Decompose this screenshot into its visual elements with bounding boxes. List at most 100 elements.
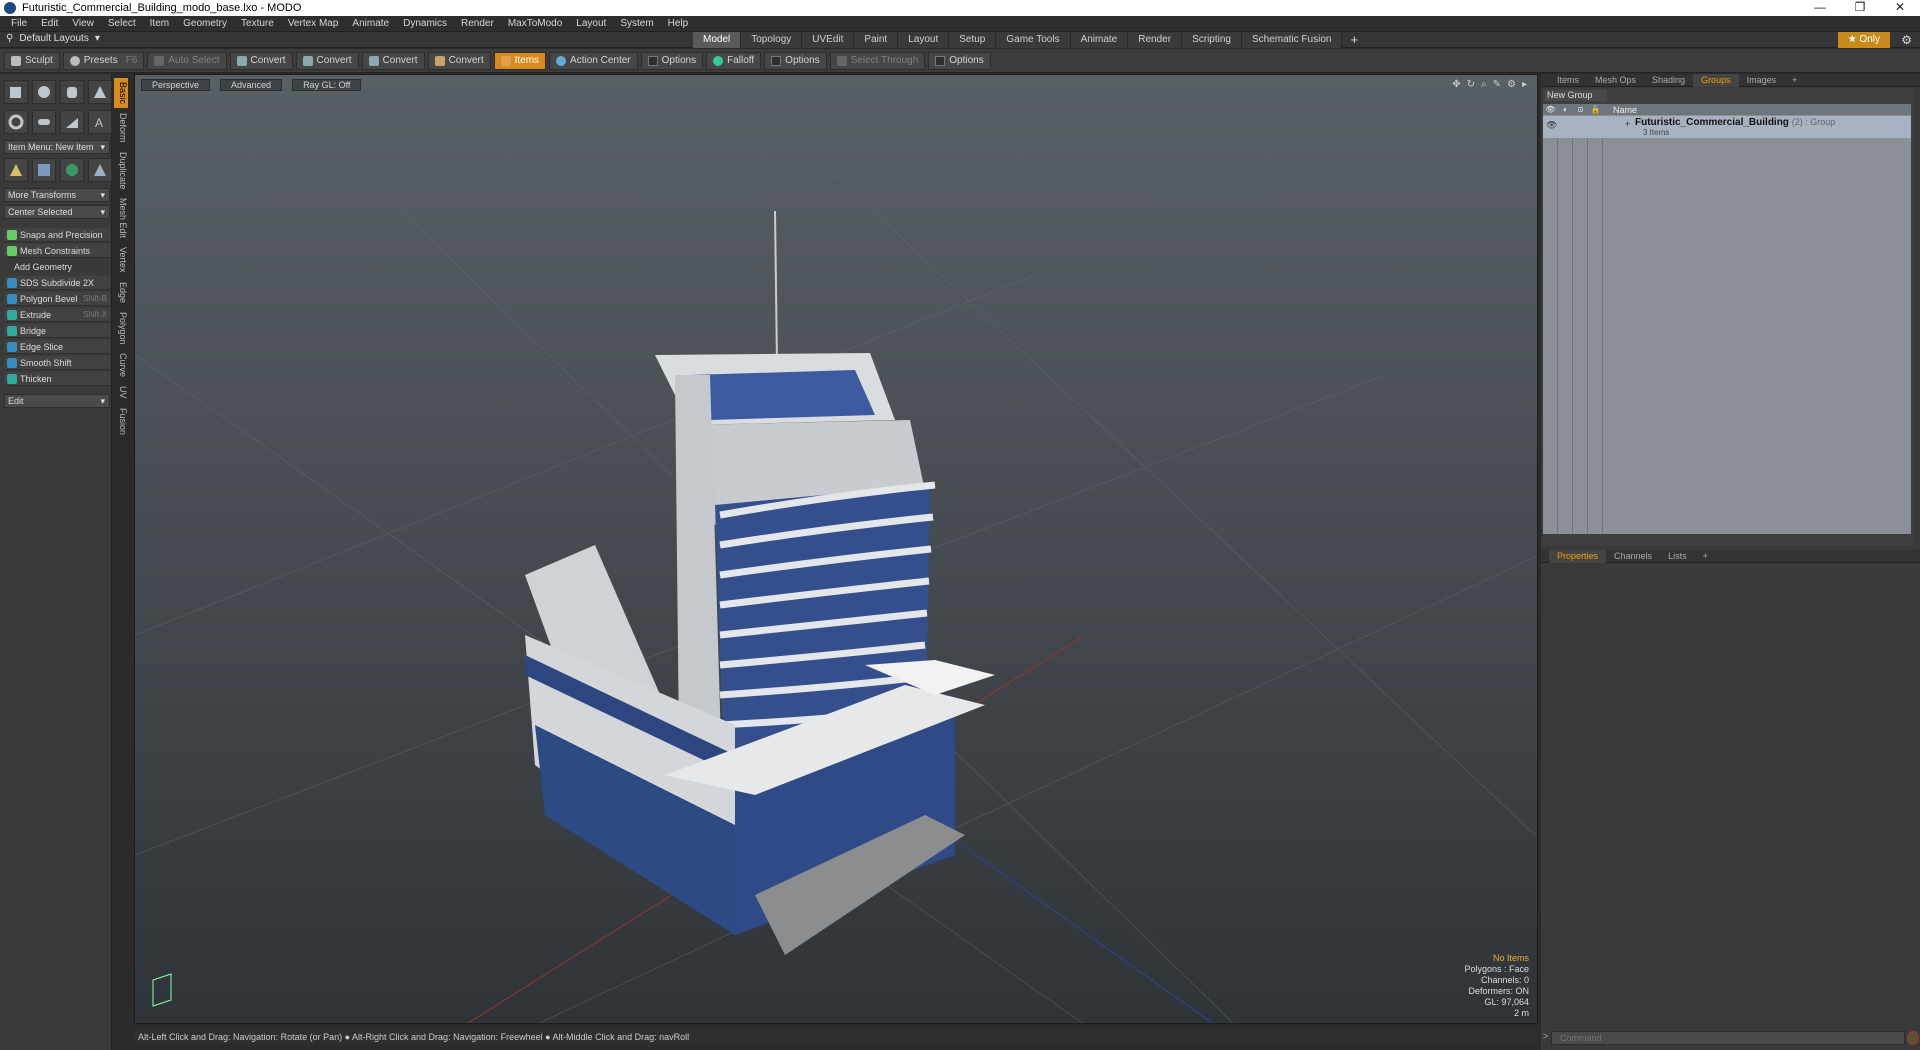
tab-model[interactable]: Model xyxy=(693,32,742,48)
menu-dynamics[interactable]: Dynamics xyxy=(396,18,454,29)
vtab-vertex[interactable]: Vertex xyxy=(114,243,128,278)
bridge-button[interactable]: Bridge xyxy=(4,324,110,338)
action-center-button[interactable]: Action Center xyxy=(549,51,638,70)
gear-icon[interactable]: ⚙ xyxy=(1507,79,1516,90)
edit-view-icon[interactable]: ✎ xyxy=(1493,79,1501,90)
advanced-dropdown[interactable]: Advanced xyxy=(220,79,283,91)
transform-icon[interactable] xyxy=(4,158,28,182)
add-layout-tab-button[interactable]: + xyxy=(1342,32,1366,48)
menu-animate[interactable]: Animate xyxy=(345,18,396,29)
chevron-right-icon[interactable]: ▸ xyxy=(1522,79,1527,90)
convert-polygons-button[interactable]: Convert xyxy=(361,51,425,70)
cylinder-icon[interactable] xyxy=(60,80,84,104)
tab-paint[interactable]: Paint xyxy=(854,32,899,48)
falloff-options-button[interactable]: Options xyxy=(764,51,827,70)
move-view-icon[interactable]: ✥ xyxy=(1452,79,1460,90)
vtab-basic[interactable]: Basic xyxy=(114,78,128,110)
sds-subdivide-button[interactable]: SDS Subdivide 2X xyxy=(4,276,110,290)
minimize-button[interactable]: — xyxy=(1800,0,1840,16)
menu-edit[interactable]: Edit xyxy=(34,18,65,29)
tab-shading[interactable]: Shading xyxy=(1644,74,1693,87)
3d-viewport[interactable]: Perspective Advanced Ray GL: Off ✥ ↻ ⌕ ✎… xyxy=(134,74,1538,1024)
edge-slice-button[interactable]: Edge Slice xyxy=(4,340,110,354)
mesh-constraints-button[interactable]: Mesh Constraints xyxy=(4,244,110,258)
tab-groups[interactable]: Groups xyxy=(1693,73,1739,87)
name-column-header[interactable]: Name xyxy=(1613,105,1637,115)
vtab-mesh-edit[interactable]: Mesh Edit xyxy=(114,194,128,244)
falloff-button[interactable]: Falloff xyxy=(706,51,762,70)
render-column-icon[interactable]: ◐ xyxy=(1558,105,1573,114)
sculpt-button[interactable]: Sculpt xyxy=(4,51,60,70)
menu-texture[interactable]: Texture xyxy=(234,18,281,29)
vtab-curve[interactable]: Curve xyxy=(114,349,128,383)
add-geometry-section[interactable]: Add Geometry xyxy=(4,260,110,274)
tab-schematic-fusion[interactable]: Schematic Fusion xyxy=(1241,32,1343,48)
group-row[interactable]: 👁 + Futuristic_Commercial_Building (2) :… xyxy=(1543,116,1911,138)
text-icon[interactable]: A xyxy=(88,110,112,134)
tab-lists[interactable]: Lists xyxy=(1660,550,1695,563)
menu-geometry[interactable]: Geometry xyxy=(176,18,234,29)
smooth-shift-button[interactable]: Smooth Shift xyxy=(4,356,110,370)
grid-icon[interactable] xyxy=(32,158,56,182)
globe-icon[interactable] xyxy=(60,158,84,182)
convert-edges-button[interactable]: Convert xyxy=(295,51,359,70)
record-icon[interactable] xyxy=(1907,1031,1919,1045)
menu-file[interactable]: File xyxy=(4,18,34,29)
select-through-button[interactable]: Select Through xyxy=(829,51,926,70)
presets-button[interactable]: Presets F6 xyxy=(62,51,145,70)
tab-scripting[interactable]: Scripting xyxy=(1182,32,1242,48)
vtab-deform[interactable]: Deform xyxy=(114,109,128,148)
menu-render[interactable]: Render xyxy=(454,18,501,29)
gear-icon[interactable]: ⚙ xyxy=(1901,33,1912,47)
wedge-icon[interactable] xyxy=(60,110,84,134)
menu-system[interactable]: System xyxy=(613,18,660,29)
visibility-column-icon[interactable]: 👁 xyxy=(1543,105,1558,114)
tab-render[interactable]: Render xyxy=(1128,32,1183,48)
tab-items[interactable]: Items xyxy=(1549,74,1587,87)
tab-mesh-ops[interactable]: Mesh Ops xyxy=(1587,74,1644,87)
menu-select[interactable]: Select xyxy=(101,18,143,29)
cone-icon[interactable] xyxy=(88,80,112,104)
torus-icon[interactable] xyxy=(4,110,28,134)
eye-icon[interactable]: 👁 xyxy=(1546,120,1557,131)
command-input[interactable] xyxy=(1551,1031,1905,1045)
pyramid-icon[interactable] xyxy=(88,158,112,182)
cube-icon[interactable] xyxy=(4,80,28,104)
perspective-dropdown[interactable]: Perspective xyxy=(141,79,211,91)
expand-icon[interactable]: + xyxy=(1625,119,1630,129)
menu-help[interactable]: Help xyxy=(661,18,696,29)
tab-topology[interactable]: Topology xyxy=(741,32,803,48)
tab-game-tools[interactable]: Game Tools xyxy=(996,32,1071,48)
new-group-button[interactable]: New Group xyxy=(1545,90,1607,101)
ray-gl-toggle[interactable]: Ray GL: Off xyxy=(292,79,362,91)
menu-item[interactable]: Item xyxy=(143,18,176,29)
vtab-duplicate[interactable]: Duplicate xyxy=(114,148,128,195)
tab-animate[interactable]: Animate xyxy=(1070,32,1129,48)
menu-vertex-map[interactable]: Vertex Map xyxy=(281,18,346,29)
action-center-options-button[interactable]: Options xyxy=(640,51,704,70)
add-tab-button[interactable]: + xyxy=(1695,550,1716,563)
item-menu-dropdown[interactable]: Item Menu: New Item xyxy=(4,140,110,154)
menu-maxtomodo[interactable]: MaxToModo xyxy=(501,18,569,29)
tab-layout[interactable]: Layout xyxy=(898,32,950,48)
items-mode-button[interactable]: Items xyxy=(493,51,547,70)
select-column-icon[interactable]: ⊙ xyxy=(1573,105,1588,114)
tab-channels[interactable]: Channels xyxy=(1606,550,1660,563)
vtab-polygon[interactable]: Polygon xyxy=(114,308,128,350)
more-transforms-dropdown[interactable]: More Transforms xyxy=(4,188,110,202)
extrude-button[interactable]: Extrude Shift-X xyxy=(4,308,110,322)
tab-uvedit[interactable]: UVEdit xyxy=(802,32,855,48)
zoom-view-icon[interactable]: ⌕ xyxy=(1481,79,1487,90)
select-options-button[interactable]: Options xyxy=(928,51,991,70)
add-tab-button[interactable]: + xyxy=(1784,74,1805,87)
menu-layout[interactable]: Layout xyxy=(569,18,613,29)
tab-setup[interactable]: Setup xyxy=(949,32,997,48)
rotate-view-icon[interactable]: ↻ xyxy=(1467,79,1475,90)
maximize-button[interactable]: ❐ xyxy=(1840,0,1880,16)
auto-select-button[interactable]: Auto Select xyxy=(147,51,227,70)
convert-materials-button[interactable]: Convert xyxy=(427,51,491,70)
sphere-icon[interactable] xyxy=(32,80,56,104)
edit-dropdown[interactable]: Edit xyxy=(4,394,110,408)
lock-column-icon[interactable]: 🔒 xyxy=(1588,105,1603,114)
command-history-icon[interactable]: > xyxy=(1543,1031,1548,1041)
